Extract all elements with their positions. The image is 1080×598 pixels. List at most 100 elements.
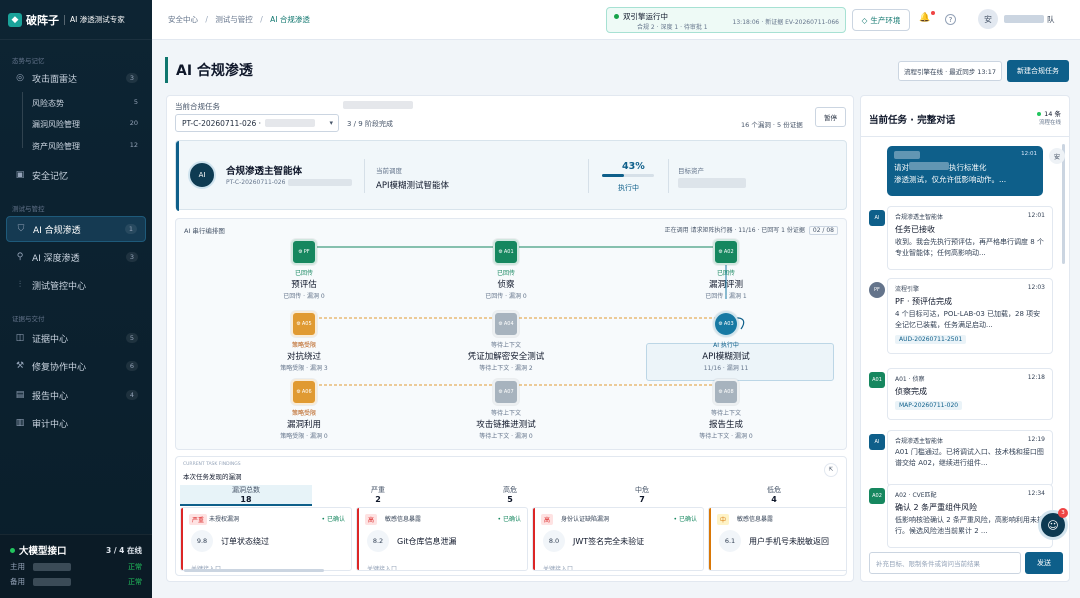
agent-task-id: PT-C-20260711-026 · bbox=[226, 179, 290, 186]
sidebar-item-memory[interactable]: ▣ 安全记忆 bbox=[6, 163, 146, 187]
node-detail: 等待上下文 · 漏洞 2 bbox=[479, 365, 533, 372]
bell-icon[interactable]: 🔔 bbox=[918, 13, 932, 27]
agent-avatar: A02 bbox=[869, 488, 885, 504]
crumb-link[interactable]: 安全中心 bbox=[168, 15, 198, 24]
agent-name: 合规渗透主智能体 bbox=[226, 166, 303, 177]
send-button[interactable]: 发送 bbox=[1025, 552, 1063, 574]
agent-node[interactable]: ⚙ A05 策略受限 对抗绕过 策略受限 · 漏洞 3 bbox=[244, 311, 364, 372]
severity-tab[interactable]: 中危 7 bbox=[576, 485, 708, 504]
cvss-score: 8.2 bbox=[367, 530, 389, 552]
severity-tab[interactable]: 低危 4 bbox=[708, 485, 840, 504]
llm-online-count: 3 / 4 在线 bbox=[105, 545, 142, 555]
node-state: 策略受限 bbox=[291, 342, 316, 349]
sidebar-item-ai-compliance[interactable]: ⛉ AI 合规渗透 1 bbox=[6, 216, 146, 242]
page-title: AI 合规渗透 bbox=[165, 56, 253, 84]
node-detail: 已回传 · 漏洞 0 bbox=[485, 293, 527, 300]
avatar: 安 bbox=[1049, 148, 1065, 164]
user-menu[interactable]: 安 队 bbox=[978, 9, 1055, 29]
confirmed-status: • 已确认 bbox=[321, 516, 345, 523]
audit-icon: ▥ bbox=[15, 418, 25, 428]
orchestration-graph: AI 串行编排图 正在调用 请求矩阵执行器 · 11/16 · 已回写 1 份证… bbox=[175, 218, 847, 450]
section-title: 态势与记忆 bbox=[12, 57, 45, 65]
user-message: 12:01 请对 执行标准化 渗透测试，仅允许低影响动作。... bbox=[887, 146, 1043, 196]
sidebar-subitem-risk[interactable]: 风险态势 5 bbox=[32, 98, 144, 109]
sidebar-item-evidence[interactable]: ◫ 证据中心 5 bbox=[6, 326, 146, 350]
chat-message: 合规渗透主智能体 12:19 A01 门槛通过。已将调试入口、技术栈和接口图谱交给 … bbox=[887, 430, 1053, 486]
crumb-current: AI 合规渗透 bbox=[270, 15, 310, 24]
report-icon: ▤ bbox=[15, 390, 25, 400]
severity-tab[interactable]: 严重 2 bbox=[312, 485, 444, 504]
environment-button[interactable]: ◇ 生产环境 bbox=[852, 9, 910, 31]
agent-node[interactable]: ⚙ A02 已回传 漏洞评测 已回传 · 漏洞 1 bbox=[666, 239, 786, 300]
sidebar-item-report[interactable]: ▤ 报告中心 4 bbox=[6, 383, 146, 407]
app-subtitle: AI 渗透测试专家 bbox=[70, 15, 125, 24]
severity-tab[interactable]: 漏洞总数 18 bbox=[180, 485, 312, 506]
app-logo[interactable]: ◆ 破阵子 AI 渗透测试专家 bbox=[0, 0, 152, 40]
sidebar-subitem-vuln[interactable]: 漏洞风险管理 20 bbox=[32, 119, 144, 130]
node-state: 已回传 bbox=[496, 270, 515, 277]
evidence-icon: ◫ bbox=[15, 333, 25, 343]
expand-icon[interactable]: ⇱ bbox=[824, 463, 838, 477]
agent-icon: AI bbox=[188, 161, 216, 189]
new-task-button[interactable]: 新建合规任务 bbox=[1007, 60, 1069, 82]
horizontal-scrollbar[interactable] bbox=[184, 569, 324, 572]
sidebar-item-ai-deep[interactable]: ⚲ AI 深度渗透 3 bbox=[6, 245, 146, 269]
crumb-link[interactable]: 测试与管控 bbox=[215, 15, 253, 24]
status-dot bbox=[1037, 112, 1042, 116]
agent-node[interactable]: ⚙ A01 已回传 侦察 已回传 · 漏洞 0 bbox=[446, 239, 566, 300]
sidebar-item-attack-surface[interactable]: ◎ 攻击面雷达 3 bbox=[6, 66, 146, 90]
current-scheduler: API模糊测试智能体 bbox=[376, 181, 449, 191]
agent-node[interactable]: ⚙ A07 等待上下文 攻击链推进测试 等待上下文 · 漏洞 0 bbox=[446, 379, 566, 440]
vuln-type: 未授权漏洞 bbox=[209, 516, 240, 523]
sidebar-item-fix-collab[interactable]: ⚒ 修复协作中心 6 bbox=[6, 354, 146, 378]
node-detail: 已回传 · 漏洞 0 bbox=[283, 293, 325, 300]
agent-node[interactable]: ⚙ PF 已回传 预评估 已回传 · 漏洞 0 bbox=[244, 239, 364, 300]
agent-node[interactable]: ⚙ A06 策略受限 漏洞利用 策略受限 · 漏洞 0 bbox=[244, 379, 364, 440]
reference-tag: MAP-20260711-020 bbox=[895, 401, 963, 410]
task-select[interactable]: PT-C-20260711-026 · ▾ bbox=[175, 114, 339, 132]
node-state: 等待上下文 bbox=[710, 410, 741, 417]
node-detail: 等待上下文 · 漏洞 0 bbox=[699, 433, 753, 440]
node-icon: ⚙ A04 bbox=[493, 311, 519, 337]
section-title: 证据与交付 bbox=[12, 315, 45, 323]
node-state: 等待上下文 bbox=[490, 342, 521, 349]
node-state: 已回传 bbox=[294, 270, 313, 277]
section-title: 测试与管控 bbox=[12, 205, 45, 213]
chat-message: A02 · CVE匹配 12:34 确认 2 条严重组件风险 低影响核验确认 2 条严… bbox=[887, 484, 1053, 548]
agent-node[interactable]: ⚙ A04 等待上下文 凭证加解密安全测试 等待上下文 · 漏洞 2 bbox=[446, 311, 566, 372]
sidebar-item-audit[interactable]: ▥ 审计中心 bbox=[6, 411, 146, 435]
cvss-score: 6.1 bbox=[719, 530, 741, 552]
node-icon: ⚙ A01 bbox=[493, 239, 519, 265]
node-name: 报告生成 bbox=[708, 420, 743, 430]
severity-tab[interactable]: 高危 5 bbox=[444, 485, 576, 504]
agent-node[interactable]: ⚙ A08 等待上下文 报告生成 等待上下文 · 漏洞 0 bbox=[666, 379, 786, 440]
node-name: 漏洞评测 bbox=[708, 280, 743, 290]
sync-status-button[interactable]: 流程引擎在线 · 最近同步 13:17 bbox=[898, 61, 1002, 81]
vertical-scrollbar[interactable] bbox=[1062, 144, 1065, 264]
help-icon[interactable]: ? bbox=[945, 14, 956, 25]
logo-icon: ◆ bbox=[8, 12, 22, 27]
node-detail: 等待上下文 · 漏洞 0 bbox=[479, 433, 533, 440]
agent-node[interactable]: ⚙ A03 AI 执行中 API模糊测试 11/16 · 漏洞 11 bbox=[666, 311, 786, 372]
chat-title: 当前任务 · 完整对话 bbox=[869, 115, 956, 126]
shield-icon: ⛉ bbox=[17, 224, 25, 234]
chat-message: A01 · 侦察 12:18 侦察完成 MAP-20260711-020 bbox=[887, 368, 1053, 420]
chat-input[interactable]: 补充目标、限制条件或询问当前结果 bbox=[869, 552, 1021, 574]
engine-status[interactable]: 双引擎运行中 合规 2 · 深度 1 · 待审批 1 13:18:06 · 新证… bbox=[606, 7, 846, 33]
sidebar-subitem-asset[interactable]: 资产风险管理 12 bbox=[32, 141, 144, 152]
status-dot bbox=[614, 14, 619, 19]
status-dot bbox=[10, 547, 15, 553]
findings-title: 本次任务发现的漏洞 bbox=[183, 473, 242, 481]
severity-badge: 高 bbox=[365, 514, 378, 525]
vulnerability-card[interactable]: 严重 未授权漏洞 • 已确认 9.8 订单状态绕过 关键接入口 bbox=[180, 507, 352, 571]
vulnerability-card[interactable]: 高 身份认证缺陷漏洞 • 已确认 8.0 JWT签名完全未验证 关键接入口 bbox=[532, 507, 704, 571]
vulnerability-card[interactable]: 高 敏感信息暴露 • 已确认 8.2 Git仓库信息泄漏 关键接入口 bbox=[356, 507, 528, 571]
llm-title: 大模型接口 bbox=[19, 546, 67, 557]
node-icon: ⚙ A05 bbox=[291, 311, 317, 337]
diamond-icon: ◇ bbox=[861, 15, 868, 25]
node-name: API模糊测试 bbox=[702, 352, 750, 362]
sidebar-item-test-control[interactable]: ⫶ 测试管控中心 bbox=[6, 273, 146, 297]
pause-button[interactable]: 暂停 bbox=[815, 107, 846, 127]
vulnerability-card[interactable]: 中 敏感信息暴露 • 已确认 6.1 用户手机号未脱敏返回 bbox=[708, 507, 846, 571]
vuln-type: 身份认证缺陷漏洞 bbox=[561, 516, 610, 523]
